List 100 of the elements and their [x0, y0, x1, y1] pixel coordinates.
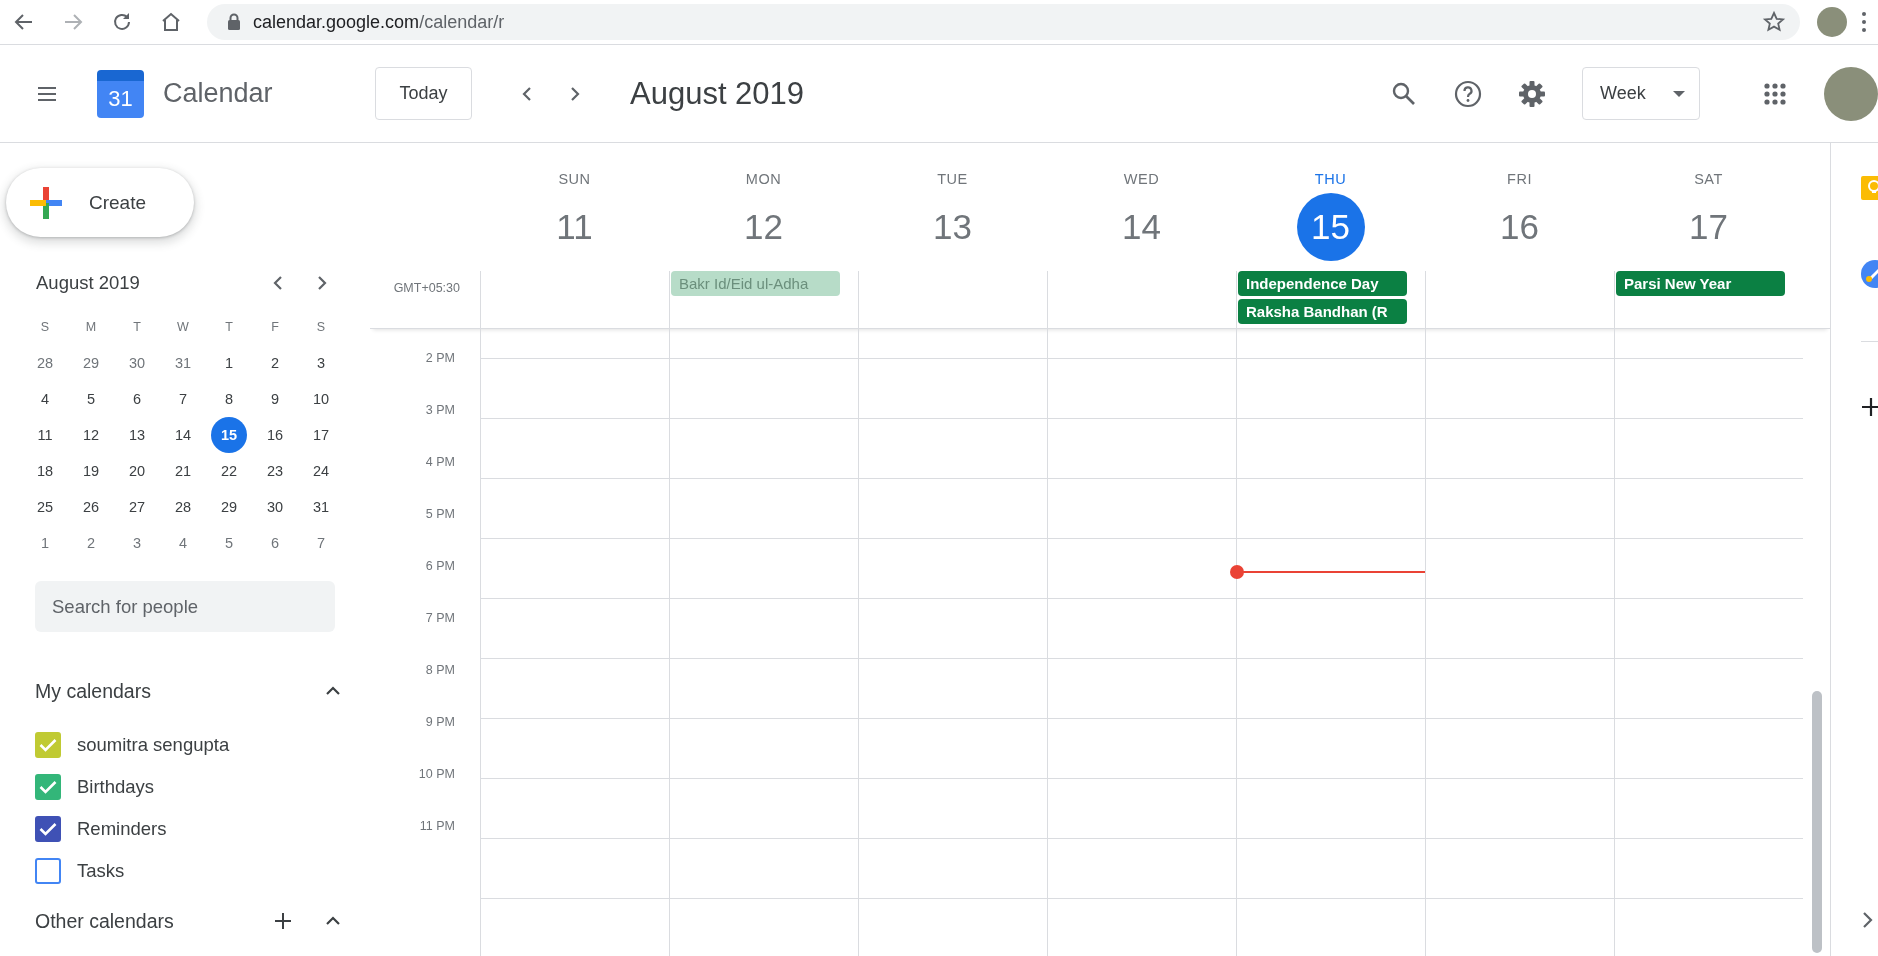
day-number[interactable]: 16 [1485, 193, 1554, 261]
mini-calendar-day[interactable]: 7 [304, 526, 338, 560]
calendar-checkbox[interactable] [35, 732, 61, 758]
help-icon [1454, 79, 1482, 108]
mini-calendar-day[interactable]: 3 [120, 526, 154, 560]
today-button[interactable]: Today [375, 67, 472, 120]
mini-calendar-day[interactable]: 24 [304, 454, 338, 488]
settings-icon [1518, 79, 1546, 108]
weekday-name: FRI [1507, 171, 1532, 187]
mini-calendar-day[interactable]: 29 [74, 346, 108, 380]
mini-calendar-day[interactable]: 3 [304, 346, 338, 380]
mini-calendar-day[interactable]: 1 [28, 526, 62, 560]
day-number[interactable]: 14 [1107, 193, 1176, 261]
mini-calendar-day[interactable]: 5 [74, 382, 108, 416]
mini-calendar-day[interactable]: 5 [212, 526, 246, 560]
mini-calendar-day[interactable]: 28 [28, 346, 62, 380]
view-dropdown[interactable]: Week [1582, 67, 1700, 120]
mini-calendar-day[interactable]: 7 [166, 382, 200, 416]
day-number[interactable]: 17 [1674, 193, 1743, 261]
more-icon[interactable] [1861, 11, 1867, 33]
mini-calendar-day[interactable]: 15 [211, 417, 247, 453]
mini-calendar-day[interactable]: 10 [304, 382, 338, 416]
calendar-checkbox[interactable] [35, 858, 61, 884]
mini-calendar-day[interactable]: 23 [258, 454, 292, 488]
mini-calendar-day[interactable]: 22 [212, 454, 246, 488]
all-day-event[interactable]: Raksha Bandhan (R [1238, 299, 1407, 324]
mini-calendar-day[interactable]: 14 [166, 418, 200, 452]
day-number[interactable]: 12 [729, 193, 798, 261]
weekday-name: TUE [937, 171, 968, 187]
mini-calendar-day[interactable]: 25 [28, 490, 62, 524]
calendar-name: Tasks [77, 860, 125, 882]
mini-calendar-day[interactable]: 12 [74, 418, 108, 452]
all-day-event[interactable]: Parsi New Year [1616, 271, 1785, 296]
calendar-name: Reminders [77, 818, 167, 840]
current-period-title: August 2019 [630, 75, 806, 112]
mini-calendar-day[interactable]: 31 [304, 490, 338, 524]
mini-calendar-day[interactable]: 13 [120, 418, 154, 452]
checkmark-icon [39, 780, 57, 794]
mini-calendar-day[interactable]: 1 [212, 346, 246, 380]
mini-calendar-day[interactable]: 4 [28, 382, 62, 416]
mini-calendar-day[interactable]: 9 [258, 382, 292, 416]
day-number[interactable]: 15 [1296, 193, 1365, 261]
calendar-name: Birthdays [77, 776, 155, 798]
hour-label: 3 PM [424, 403, 455, 417]
weekday-label: T [133, 320, 141, 334]
mini-calendar-day[interactable]: 29 [212, 490, 246, 524]
app-name: Calendar [163, 78, 273, 109]
weekday-name: MON [745, 171, 782, 187]
weekday-label: T [225, 320, 233, 334]
bookmark-button[interactable] [1762, 10, 1786, 34]
weekday-label: F [271, 320, 279, 334]
mini-calendar-day[interactable]: 4 [166, 526, 200, 560]
plus-icon[interactable] [1861, 397, 1878, 417]
section-heading: My calendars [35, 679, 152, 703]
mini-calendar-day[interactable]: 6 [258, 526, 292, 560]
section-heading: Other calendars [35, 909, 175, 933]
mini-calendar-day[interactable]: 8 [212, 382, 246, 416]
dropdown-caret-icon [1673, 90, 1685, 97]
search-people-field[interactable]: Search for people [35, 581, 335, 632]
mini-calendar-day[interactable]: 21 [166, 454, 200, 488]
mini-calendar-day[interactable]: 2 [74, 526, 108, 560]
mini-calendar-day[interactable]: 18 [28, 454, 62, 488]
mini-calendar-day[interactable]: 16 [258, 418, 292, 452]
weekday-name: THU [1314, 171, 1347, 187]
create-button[interactable]: Create [6, 168, 194, 237]
calendar-checkbox[interactable] [35, 774, 61, 800]
mini-calendar-day[interactable]: 2 [258, 346, 292, 380]
mini-calendar-day[interactable]: 27 [120, 490, 154, 524]
all-day-event[interactable]: Independence Day [1238, 271, 1407, 296]
mini-calendar-day[interactable]: 19 [74, 454, 108, 488]
mini-calendar-day[interactable]: 17 [304, 418, 338, 452]
mini-calendar-day[interactable]: 11 [28, 418, 62, 452]
checkmark-icon [39, 822, 57, 836]
calendar-name: soumitra sengupta [77, 734, 230, 756]
mini-calendar-day[interactable]: 26 [74, 490, 108, 524]
mini-calendar-day[interactable]: 30 [120, 346, 154, 380]
address-bar[interactable]: calendar.google.com/calendar/r [207, 4, 1800, 40]
url-text: calendar.google.com/calendar/r [253, 11, 506, 33]
profile-avatar[interactable] [1817, 7, 1847, 37]
hour-label: 10 PM [417, 767, 455, 781]
checkmark-icon [39, 738, 57, 752]
search-icon [1391, 80, 1417, 107]
mini-calendar-day[interactable]: 28 [166, 490, 200, 524]
day-number[interactable]: 13 [918, 193, 987, 261]
hour-label: 8 PM [424, 663, 455, 677]
mini-calendar-day[interactable]: 6 [120, 382, 154, 416]
mini-calendar-day[interactable]: 30 [258, 490, 292, 524]
weekday-label: W [177, 320, 189, 334]
lock-icon [227, 13, 241, 31]
mini-calendar-day[interactable]: 20 [120, 454, 154, 488]
mini-calendar-day[interactable]: 31 [166, 346, 200, 380]
day-number[interactable]: 11 [540, 193, 609, 261]
mini-calendar-title: August 2019 [36, 272, 141, 294]
hour-label: 4 PM [424, 455, 455, 469]
account-avatar[interactable] [1824, 66, 1878, 121]
scrollbar-thumb[interactable] [1812, 691, 1822, 953]
hour-label: 11 PM [418, 819, 455, 833]
timezone-label: GMT+05:30 [392, 280, 461, 297]
calendar-checkbox[interactable] [35, 816, 61, 842]
chevron-right-icon[interactable] [1861, 910, 1875, 930]
